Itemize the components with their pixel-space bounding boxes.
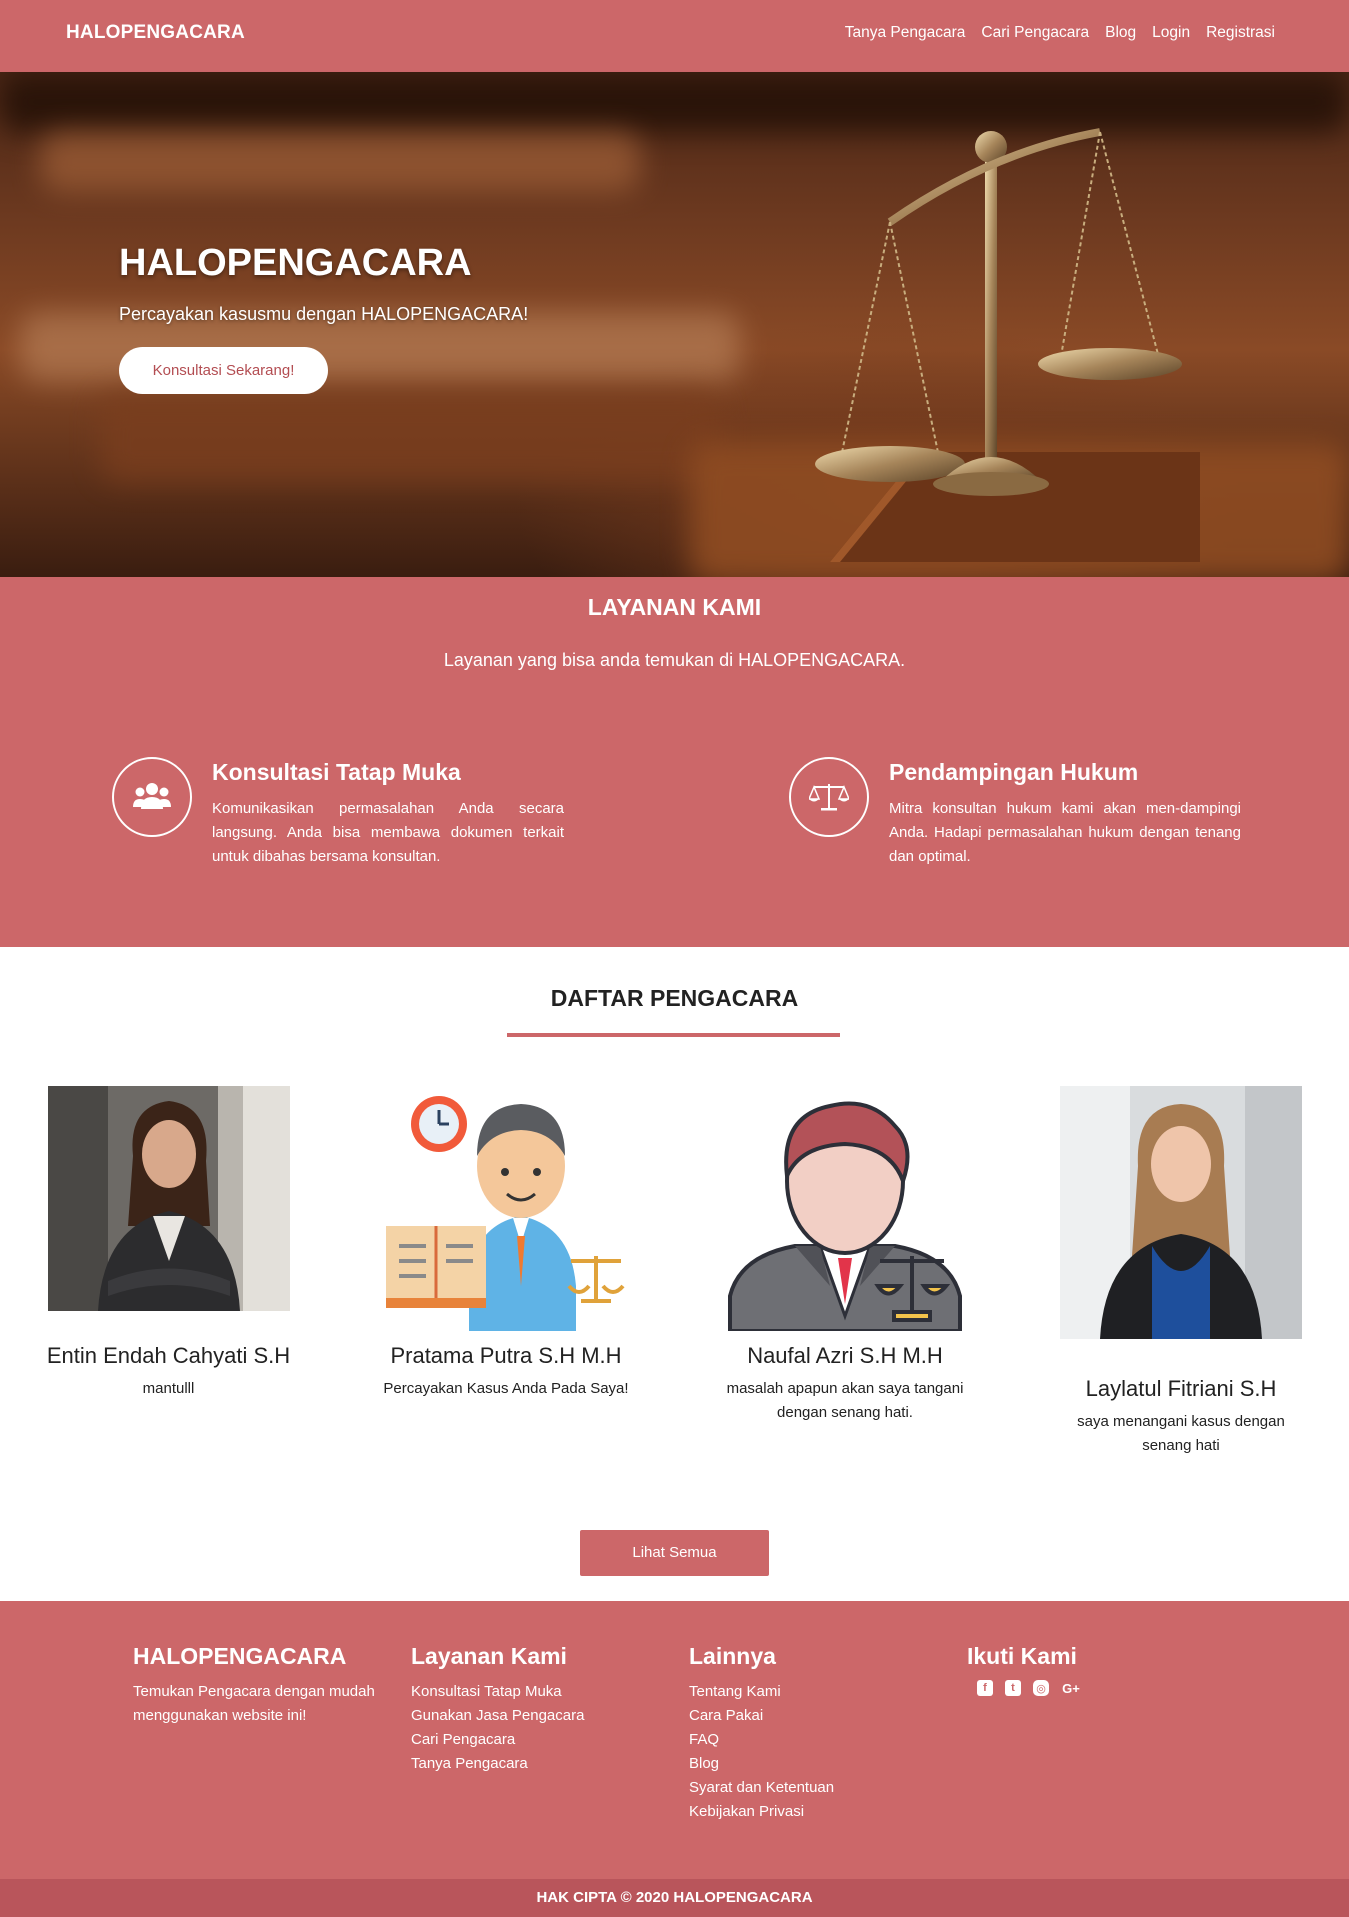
footer-link[interactable]: Gunakan Jasa Pengacara xyxy=(411,1704,584,1728)
footer: HALOPENGACARA Temukan Pengacara dengan m… xyxy=(0,1601,1349,1879)
twitter-icon[interactable]: t xyxy=(1005,1680,1021,1696)
title-underline xyxy=(507,1033,840,1037)
lawyer-card[interactable]: Laylatul Fitriani S.H saya menangani kas… xyxy=(1055,1086,1307,1458)
footer-link[interactable]: Cari Pengacara xyxy=(411,1728,584,1752)
lawyer-name: Pratama Putra S.H M.H xyxy=(390,1343,622,1368)
copyright: HAK CIPTA © 2020 HALOPENGACARA xyxy=(0,1879,1349,1917)
services-subtitle: Layanan yang bisa anda temukan di HALOPE… xyxy=(443,650,906,670)
woman-photo xyxy=(1060,1086,1302,1339)
footer-link[interactable]: Konsultasi Tatap Muka xyxy=(411,1680,584,1704)
footer-follow-title: Ikuti Kami xyxy=(967,1643,1077,1669)
brand-logo[interactable]: HALOPENGACARA xyxy=(66,22,245,44)
lawyer-desc: saya menangani kasus dengan senang hati xyxy=(1077,1413,1285,1454)
footer-link[interactable]: FAQ xyxy=(689,1728,834,1752)
footer-services-title: Layanan Kami xyxy=(411,1643,567,1669)
footer-follow: Ikuti Kami f t ◎ G+ xyxy=(967,1643,1081,1696)
service-title: Konsultasi Tatap Muka xyxy=(212,759,461,785)
nav-tanya-pengacara[interactable]: Tanya Pengacara xyxy=(845,24,966,42)
service-desc: Mitra konsultan hukum kami akan men-damp… xyxy=(889,800,1241,865)
nav-links: Tanya Pengacara Cari Pengacara Blog Logi… xyxy=(845,24,1275,42)
footer-about: HALOPENGACARA Temukan Pengacara dengan m… xyxy=(133,1643,383,1728)
nav-registrasi[interactable]: Registrasi xyxy=(1206,24,1275,42)
lawyer-name: Entin Endah Cahyati S.H xyxy=(46,1343,291,1368)
lawyer-card[interactable]: Pratama Putra S.H M.H Percayakan Kasus A… xyxy=(376,1086,636,1401)
hero-banner: HALOPENGACARA Percayakan kasusmu dengan … xyxy=(0,72,1349,577)
balance-scale-icon xyxy=(789,757,869,837)
lawyer-card[interactable]: Naufal Azri S.H M.H masalah apapun akan … xyxy=(715,1086,975,1425)
see-all-button[interactable]: Lihat Semua xyxy=(580,1530,769,1576)
lawyer-desc: mantulll xyxy=(142,1380,195,1397)
footer-link[interactable]: Tanya Pengacara xyxy=(411,1752,584,1776)
lawyer-desc: masalah apapun akan saya tangani dengan … xyxy=(726,1380,964,1421)
navbar: HALOPENGACARA Tanya Pengacara Cari Penga… xyxy=(0,0,1349,72)
scale-of-justice-icon xyxy=(815,128,1200,562)
lawyer-card[interactable]: Entin Endah Cahyati S.H mantulll xyxy=(36,1086,301,1401)
lawyers-title: DAFTAR PENGACARA xyxy=(550,985,799,1011)
footer-link[interactable]: Tentang Kami xyxy=(689,1680,834,1704)
footer-others-title: Lainnya xyxy=(689,1643,776,1669)
nav-login[interactable]: Login xyxy=(1152,24,1190,42)
footer-others: Lainnya Tentang Kami Cara Pakai FAQ Blog… xyxy=(689,1643,834,1824)
instagram-icon[interactable]: ◎ xyxy=(1033,1680,1049,1696)
service-title: Pendampingan Hukum xyxy=(889,759,1139,785)
services-section: LAYANAN KAMI Layanan yang bisa anda temu… xyxy=(0,577,1349,947)
lawyer-name: Laylatul Fitriani S.H xyxy=(1085,1376,1277,1401)
users-icon xyxy=(112,757,192,837)
lawyer-illustration xyxy=(386,1096,625,1331)
lawyer-avatar xyxy=(728,1101,962,1331)
footer-link[interactable]: Blog xyxy=(689,1752,834,1776)
service-desc: Komunikasikan permasalahan Anda secara l… xyxy=(212,800,564,865)
hero-title: HALOPENGACARA xyxy=(119,242,472,284)
hero-subtitle: Percayakan kasusmu dengan HALOPENGACARA! xyxy=(119,304,529,324)
footer-link[interactable]: Kebijakan Privasi xyxy=(689,1800,834,1824)
social-icons: f t ◎ G+ xyxy=(977,1680,1081,1696)
footer-services: Layanan Kami Konsultasi Tatap Muka Gunak… xyxy=(411,1643,584,1776)
consult-now-button[interactable]: Konsultasi Sekarang! xyxy=(119,347,328,394)
nav-blog[interactable]: Blog xyxy=(1105,24,1136,42)
woman-photo xyxy=(47,1086,290,1311)
google-plus-icon[interactable]: G+ xyxy=(1061,1680,1081,1696)
footer-link[interactable]: Cara Pakai xyxy=(689,1704,834,1728)
lawyer-name: Naufal Azri S.H M.H xyxy=(747,1343,943,1368)
footer-about-text: Temukan Pengacara dengan mudah menggunak… xyxy=(133,1683,375,1724)
footer-brand: HALOPENGACARA xyxy=(133,1643,347,1669)
facebook-icon[interactable]: f xyxy=(977,1680,993,1696)
services-title: LAYANAN KAMI xyxy=(587,594,762,620)
lawyer-desc: Percayakan Kasus Anda Pada Saya! xyxy=(383,1380,629,1397)
nav-cari-pengacara[interactable]: Cari Pengacara xyxy=(981,24,1089,42)
footer-link[interactable]: Syarat dan Ketentuan xyxy=(689,1776,834,1800)
